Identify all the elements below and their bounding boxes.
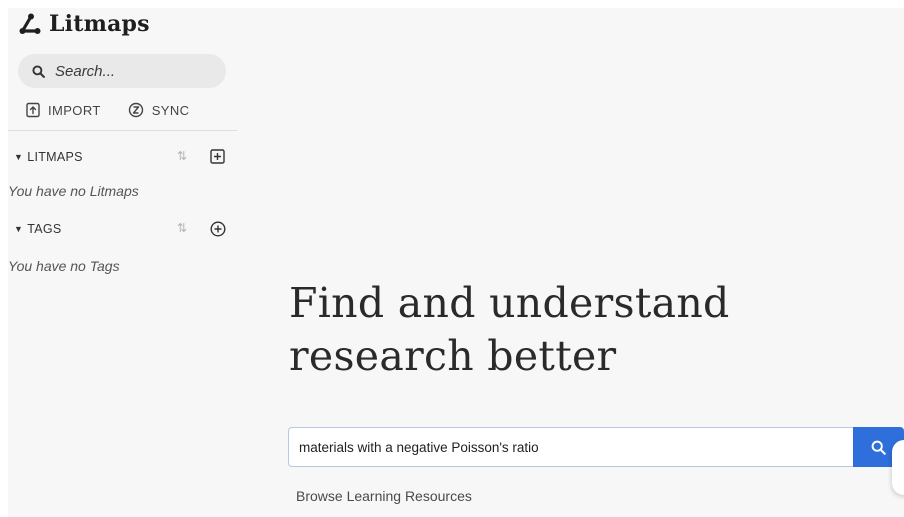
- search-icon: [32, 64, 45, 78]
- import-icon: [26, 102, 40, 118]
- headline-line-1: Find and understand: [289, 279, 730, 327]
- browse-learning-resources-link[interactable]: Browse Learning Resources: [296, 488, 472, 504]
- litmaps-logo-icon: [19, 13, 41, 34]
- caret-down-icon: ▼: [14, 224, 24, 234]
- tags-section-title: TAGS: [27, 222, 62, 236]
- sidebar-divider: [8, 130, 237, 131]
- tags-section-header: ▼ TAGS ⇅: [14, 219, 229, 239]
- add-square-icon[interactable]: [210, 149, 225, 164]
- litmaps-section-title: LITMAPS: [27, 150, 83, 164]
- sidebar-search[interactable]: [18, 54, 226, 88]
- decorative-arc: [893, 345, 904, 405]
- sync-icon: [128, 102, 143, 118]
- sidebar: Litmaps IMPORT SYNC ▼ LITMAPS: [8, 8, 237, 517]
- sidebar-search-input[interactable]: [53, 61, 217, 81]
- side-card: [892, 440, 904, 495]
- sidebar-actions: IMPORT SYNC: [26, 99, 226, 121]
- litmaps-empty-text: You have no Litmaps: [8, 183, 139, 199]
- import-button[interactable]: IMPORT: [26, 102, 101, 118]
- litmaps-section-toggle[interactable]: ▼ LITMAPS: [14, 150, 83, 164]
- tags-section-toggle[interactable]: ▼ TAGS: [14, 222, 62, 236]
- sync-button[interactable]: SYNC: [128, 102, 190, 118]
- add-circle-icon[interactable]: [210, 221, 226, 237]
- app-logo[interactable]: Litmaps: [19, 11, 150, 37]
- main-search-box[interactable]: [288, 427, 854, 467]
- sort-icon[interactable]: ⇅: [177, 149, 187, 163]
- tags-empty-text: You have no Tags: [8, 258, 120, 274]
- import-label: IMPORT: [48, 102, 101, 118]
- app-name: Litmaps: [49, 11, 150, 37]
- litmaps-section-header: ▼ LITMAPS ⇅: [14, 147, 229, 167]
- hero-headline: Find and understand research better: [289, 277, 849, 383]
- sync-label: SYNC: [151, 102, 190, 118]
- sort-icon[interactable]: ⇅: [177, 221, 187, 235]
- main-search-input[interactable]: [289, 438, 841, 456]
- caret-down-icon: ▼: [14, 152, 24, 162]
- headline-line-2: research better: [289, 332, 617, 380]
- search-icon: [871, 440, 886, 455]
